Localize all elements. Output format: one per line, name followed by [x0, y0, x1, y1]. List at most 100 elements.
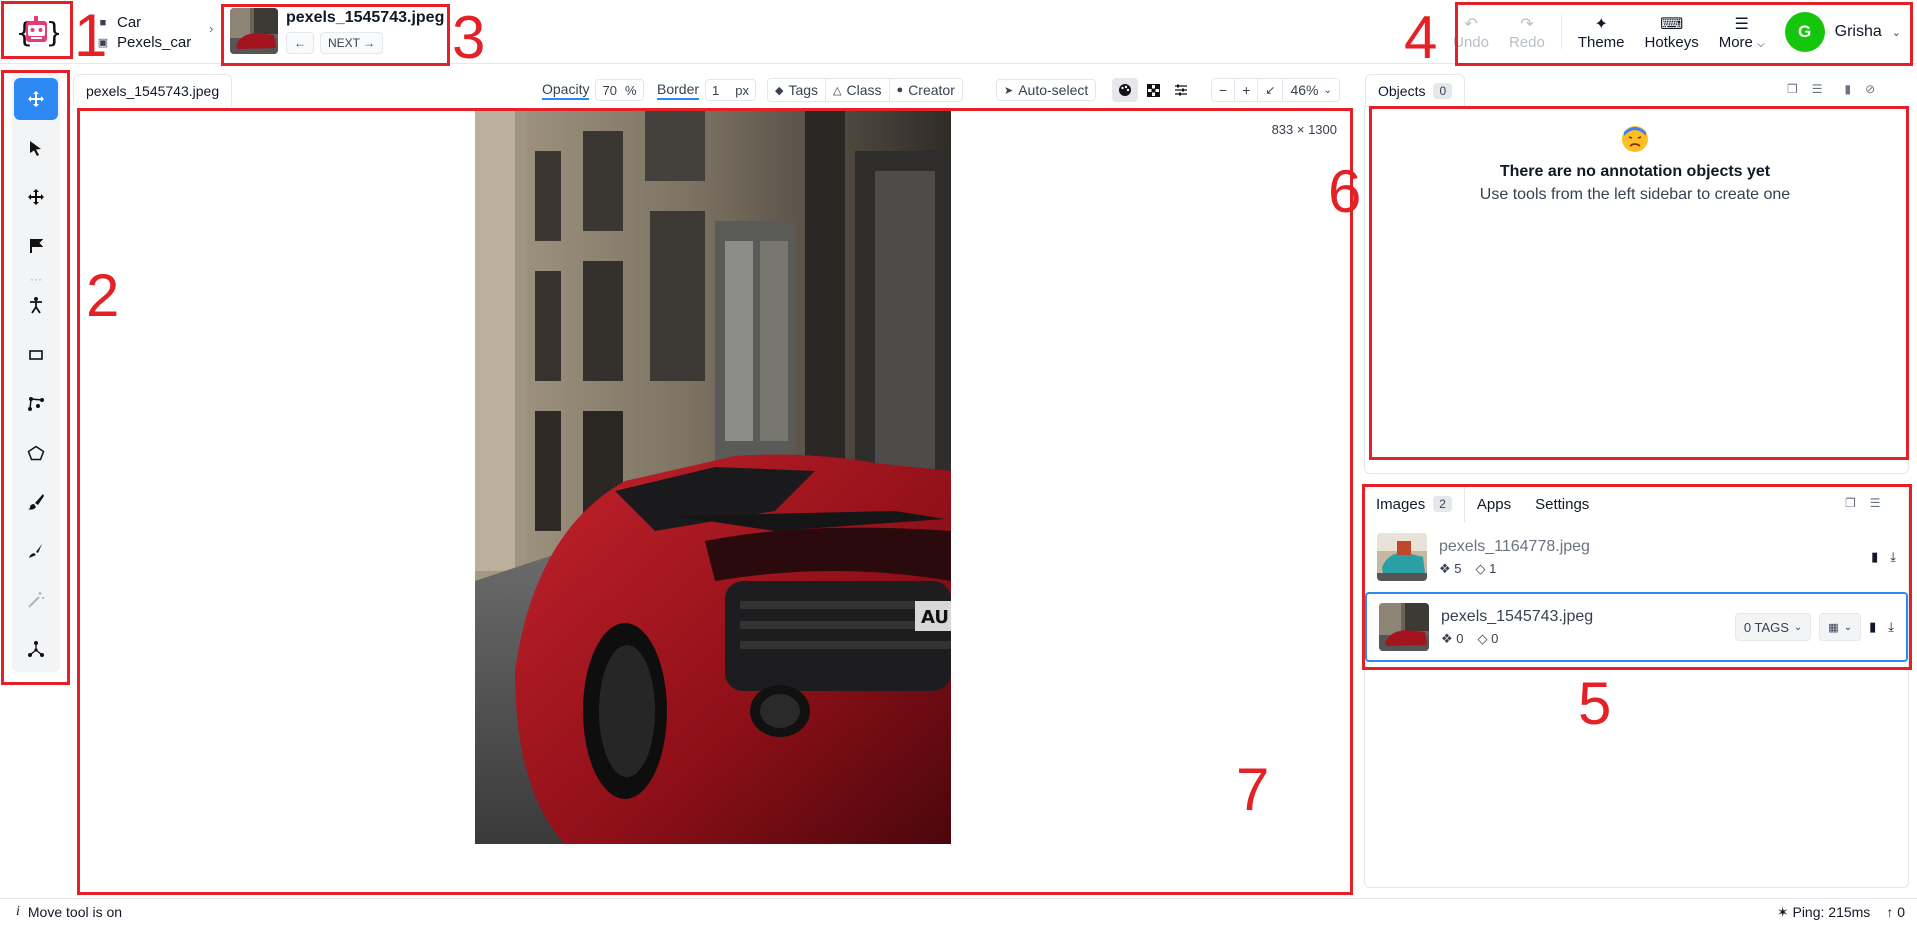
prev-image-button[interactable]: ←: [286, 32, 314, 54]
creator-toggle[interactable]: ● Creator: [889, 79, 962, 101]
opacity-control: Opacity 70 %: [542, 78, 644, 102]
download-icon[interactable]: ⤓: [1888, 619, 1894, 635]
avatar: G: [1784, 12, 1825, 52]
opacity-label: Opacity: [542, 80, 590, 100]
class-toggle[interactable]: △ Class: [826, 79, 890, 101]
empty-objects-title: There are no annotation objects yet: [1499, 163, 1771, 180]
next-image-button[interactable]: NEXT →: [320, 32, 384, 54]
redo-button[interactable]: ↷ Redo: [1499, 8, 1555, 56]
delete-icon[interactable]: ▮: [1871, 549, 1878, 565]
copy-icon[interactable]: ❐: [1787, 82, 1798, 96]
opacity-value: 70: [602, 82, 617, 98]
annotation-number-7: 7: [1236, 756, 1270, 823]
status-message: Move tool is on: [27, 904, 123, 920]
polyline-icon: [28, 397, 44, 411]
arrow-up-icon: ↑: [1886, 904, 1894, 920]
smart-tool-button[interactable]: [14, 579, 58, 621]
label-toggles: ◆ Tags △ Class ● Creator: [767, 78, 963, 102]
download-icon[interactable]: ⤓: [1890, 549, 1896, 565]
status-bar: i Move tool is on ✶ Ping: 215ms ↑ 0: [0, 898, 1917, 926]
border-input[interactable]: 1 px: [705, 79, 756, 101]
polyline-tool-button[interactable]: [14, 383, 58, 425]
polygon-tool-button[interactable]: [14, 432, 58, 474]
chevron-down-icon: ⌄: [1891, 26, 1901, 39]
palette-toggle[interactable]: [1112, 78, 1138, 102]
empty-objects-hint: Use tools from the left sidebar to creat…: [1479, 186, 1791, 203]
copy-icon[interactable]: ❐: [1845, 496, 1856, 510]
tab-objects[interactable]: Objects 0: [1365, 74, 1466, 106]
view-toggles: [1112, 78, 1194, 102]
keypoint-tool-button[interactable]: [14, 284, 58, 326]
magic-wand-icon: [28, 592, 44, 608]
auto-select-button[interactable]: ➤ Auto-select: [996, 79, 1097, 101]
filter-icon[interactable]: ☰: [1870, 496, 1881, 510]
more-button[interactable]: ☰ More ⌵: [1709, 8, 1775, 56]
app-logo[interactable]: { }: [8, 8, 66, 54]
zoom-out-button[interactable]: −: [1212, 79, 1236, 101]
annotated-image[interactable]: AU: [475, 111, 951, 844]
graph-nodes-icon: [28, 641, 44, 657]
trash-icon[interactable]: ▮: [1845, 82, 1852, 96]
list-item-selected[interactable]: pexels_1545743.jpeg ❖ 0 ◇ 0 0 TAGS ⌄ ▦ ⌄…: [1365, 592, 1908, 662]
adjustments-button[interactable]: [1168, 78, 1194, 102]
class-label: Class: [846, 82, 882, 98]
border-unit: px: [735, 82, 749, 98]
tag-icon: ◇: [1477, 631, 1488, 646]
chevron-right-icon: ›: [209, 21, 214, 36]
breadcrumb-dataset[interactable]: Pexels_car: [117, 33, 191, 53]
chevron-down-icon: ⌵: [1757, 38, 1765, 50]
image-canvas[interactable]: 833 × 1300 AU: [79, 110, 1351, 893]
breadcrumb-project[interactable]: Car: [117, 13, 141, 33]
sad-face-icon: [1622, 126, 1648, 152]
move-tool-button[interactable]: [14, 78, 58, 120]
brush-tool-button[interactable]: [14, 481, 58, 523]
image-menu-button[interactable]: ▦ ⌄: [1819, 613, 1862, 641]
undo-button[interactable]: ↶ Undo: [1443, 8, 1499, 56]
more-label: More ⌵: [1718, 33, 1765, 51]
graph-tool-button[interactable]: [14, 628, 58, 670]
tab-images[interactable]: Images 2: [1364, 486, 1465, 522]
palette-icon: [1119, 84, 1131, 96]
header-actions: ↶ Undo ↷ Redo ✦ Theme ⌨ Hotkeys ☰ More ⌵…: [1443, 8, 1901, 56]
hotkeys-label: Hotkeys: [1644, 33, 1699, 51]
flag-icon: [30, 239, 43, 253]
list-item[interactable]: pexels_1164778.jpeg ❖ 5 ◇ 1 ▮ ⤓: [1365, 522, 1908, 592]
creator-label: Creator: [908, 82, 955, 98]
cursor-icon: [30, 141, 41, 156]
theme-button[interactable]: ✦ Theme: [1568, 8, 1635, 56]
opacity-input[interactable]: 70 %: [595, 79, 644, 101]
rectangle-tool-button[interactable]: [14, 334, 58, 376]
tab-apps[interactable]: Apps: [1465, 486, 1523, 522]
fit-screen-button[interactable]: ↙: [1258, 79, 1284, 101]
eraser-tool-button[interactable]: [14, 530, 58, 572]
delete-icon[interactable]: ▮: [1869, 619, 1876, 635]
auto-select-label: Auto-select: [1018, 82, 1089, 98]
tab-settings[interactable]: Settings: [1523, 486, 1601, 522]
zoom-in-button[interactable]: +: [1235, 79, 1259, 101]
undo-label: Undo: [1453, 33, 1489, 51]
tags-toggle[interactable]: ◆ Tags: [768, 79, 827, 101]
skeleton-icon: [30, 297, 42, 314]
checkerboard-icon: [1146, 83, 1160, 97]
select-tool-button[interactable]: [14, 127, 58, 169]
annotation-number-4: 4: [1404, 4, 1438, 71]
tags-label: Tags: [788, 82, 819, 98]
hotkeys-button[interactable]: ⌨ Hotkeys: [1635, 8, 1709, 56]
canvas-tab[interactable]: pexels_1545743.jpeg: [73, 74, 233, 106]
user-menu[interactable]: G Grisha ⌄: [1775, 12, 1901, 52]
move-arrows-icon: [28, 189, 44, 205]
filter-icon[interactable]: ☰: [1812, 82, 1823, 96]
tags-dropdown-button[interactable]: 0 TAGS ⌄: [1734, 613, 1812, 641]
hide-icon[interactable]: ⊘: [1865, 82, 1875, 96]
current-image-name: pexels_1545743.jpeg: [286, 9, 445, 26]
objects-list: [1364, 106, 1909, 474]
point-tool-button[interactable]: [14, 225, 58, 267]
chevron-down-icon: ⌄: [1843, 621, 1853, 633]
annotation-number-1: 1: [74, 2, 108, 69]
border-control: Border 1 px: [657, 78, 756, 102]
polygon-icon: [27, 445, 45, 461]
transform-tool-button[interactable]: [14, 176, 58, 218]
signal-icon: ✶: [1776, 904, 1789, 920]
zoom-select[interactable]: 46% ⌄: [1283, 79, 1339, 101]
checker-toggle[interactable]: [1140, 78, 1166, 102]
